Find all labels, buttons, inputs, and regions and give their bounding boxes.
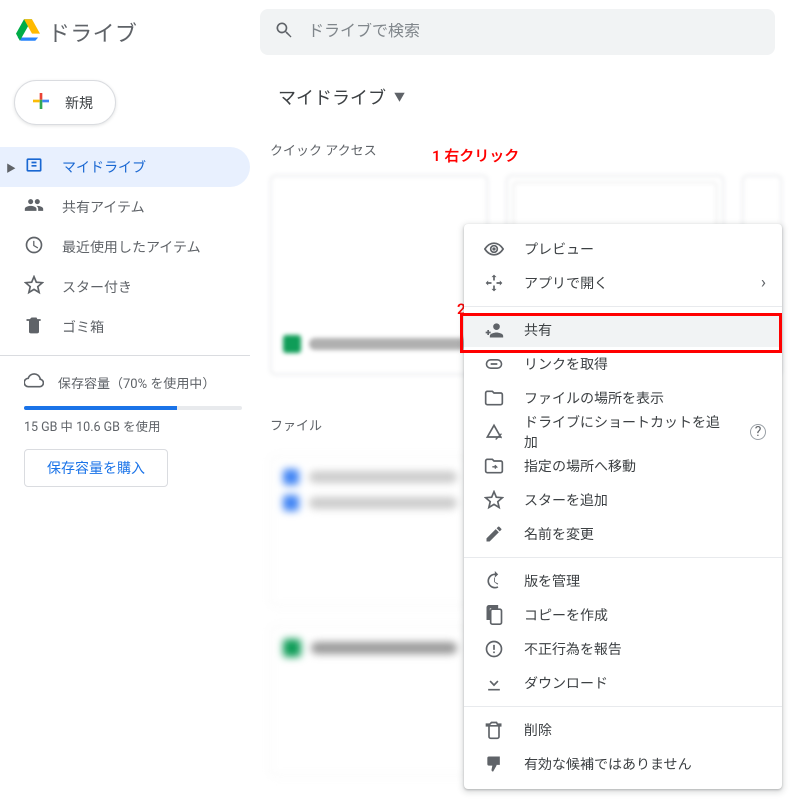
ctx-label: ファイルの場所を表示 — [524, 388, 766, 408]
ctx-remove[interactable]: 削除 — [464, 713, 782, 747]
logo-area[interactable]: ドライブ — [16, 16, 260, 48]
ctx-label: 名前を変更 — [524, 524, 766, 544]
chevron-down-icon: ▼ — [394, 89, 405, 105]
sidebar-item-shared[interactable]: 共有アイテム — [0, 187, 250, 227]
star-icon — [484, 490, 504, 510]
search-input[interactable] — [308, 23, 761, 41]
sidebar-item-label: ゴミ箱 — [62, 317, 104, 337]
sidebar-item-starred[interactable]: スター付き — [0, 267, 250, 307]
sidebar-item-my-drive[interactable]: ▶ マイドライブ — [0, 147, 250, 187]
ctx-preview[interactable]: プレビュー — [464, 232, 782, 266]
quick-card[interactable] — [270, 175, 488, 375]
storage-detail: 15 GB 中 10.6 GB を使用 — [24, 416, 242, 435]
copy-icon — [484, 605, 504, 625]
star-icon — [24, 275, 44, 299]
sidebar-item-label: 共有アイテム — [62, 197, 145, 217]
plus-icon — [29, 89, 53, 116]
ctx-not-suggestion[interactable]: 有効な候補ではありません — [464, 747, 782, 781]
new-label: 新規 — [65, 93, 93, 113]
chevron-right-icon: › — [761, 273, 766, 293]
sidebar-nav: ▶ マイドライブ 共有アイテム 最近使用したアイテム — [0, 139, 250, 347]
ctx-label: ドライブにショートカットを追加 — [524, 412, 724, 452]
storage-section: 保存容量（70% を使用中） 15 GB 中 10.6 GB を使用 保存容量を… — [0, 370, 250, 487]
new-button[interactable]: 新規 — [14, 80, 116, 125]
ctx-label: リンクを取得 — [524, 354, 766, 374]
ctx-label: 有効な候補ではありません — [524, 754, 766, 774]
ctx-share[interactable]: 共有 — [464, 313, 782, 347]
sidebar-divider — [0, 355, 250, 356]
cloud-icon — [24, 370, 44, 394]
context-menu: プレビュー アプリで開く › 共有 リンクを取得 ファイルの場所を表示 ドライブ… — [464, 224, 782, 789]
app-title: ドライブ — [48, 16, 137, 48]
ctx-label: 不正行為を報告 — [524, 639, 766, 659]
file-card[interactable] — [270, 456, 470, 606]
folder-icon — [484, 388, 504, 408]
ctx-label: 指定の場所へ移動 — [524, 456, 766, 476]
rename-icon — [484, 524, 504, 544]
ctx-label: 版を管理 — [524, 571, 766, 591]
people-icon — [24, 195, 44, 219]
trash-icon — [484, 720, 504, 740]
eye-icon — [484, 239, 504, 259]
drive-shortcut-icon — [484, 422, 504, 442]
ctx-label: プレビュー — [524, 239, 766, 259]
ctx-move-to[interactable]: 指定の場所へ移動 — [464, 449, 782, 483]
search-icon — [274, 20, 294, 44]
file-card[interactable] — [270, 626, 470, 776]
sidebar-item-trash[interactable]: ゴミ箱 — [0, 307, 250, 347]
app-header: ドライブ — [0, 0, 791, 64]
thumbs-down-icon — [484, 754, 504, 774]
ctx-add-star[interactable]: スターを追加 — [464, 483, 782, 517]
ctx-add-shortcut[interactable]: ドライブにショートカットを追加 ? — [464, 415, 782, 449]
link-icon — [484, 354, 504, 374]
open-with-icon — [484, 273, 504, 293]
ctx-manage-versions[interactable]: 版を管理 — [464, 564, 782, 598]
clock-icon — [24, 235, 44, 259]
storage-label: 保存容量（70% を使用中） — [58, 373, 215, 392]
ctx-label: スターを追加 — [524, 490, 766, 510]
ctx-divider — [464, 306, 782, 307]
ctx-label: ダウンロード — [524, 673, 766, 693]
ctx-divider — [464, 706, 782, 707]
ctx-show-location[interactable]: ファイルの場所を表示 — [464, 381, 782, 415]
download-icon — [484, 673, 504, 693]
drive-icon — [24, 155, 44, 179]
storage-progress — [24, 406, 242, 410]
ctx-label: アプリで開く — [524, 273, 741, 293]
sidebar-item-recent[interactable]: 最近使用したアイテム — [0, 227, 250, 267]
ctx-make-copy[interactable]: コピーを作成 — [464, 598, 782, 632]
ctx-open-with[interactable]: アプリで開く › — [464, 266, 782, 300]
ctx-label: コピーを作成 — [524, 605, 766, 625]
sidebar-item-label: スター付き — [62, 277, 132, 297]
ctx-rename[interactable]: 名前を変更 — [464, 517, 782, 551]
ctx-get-link[interactable]: リンクを取得 — [464, 347, 782, 381]
ctx-report-abuse[interactable]: 不正行為を報告 — [464, 632, 782, 666]
quick-access-label: クイック アクセス — [270, 140, 791, 159]
storage-progress-fill — [24, 406, 177, 410]
trash-icon — [24, 315, 44, 339]
sidebar-item-label: 最近使用したアイテム — [62, 237, 201, 257]
breadcrumb[interactable]: マイドライブ ▼ — [270, 80, 413, 114]
search-bar[interactable] — [260, 9, 775, 55]
breadcrumb-label: マイドライブ — [278, 84, 386, 110]
ctx-label: 共有 — [524, 320, 766, 340]
ctx-label: 削除 — [524, 720, 766, 740]
drive-logo-icon — [16, 18, 40, 46]
chevron-right-icon: ▶ — [6, 160, 16, 175]
storage-row[interactable]: 保存容量（70% を使用中） — [24, 370, 242, 394]
history-icon — [484, 571, 504, 591]
buy-storage-button[interactable]: 保存容量を購入 — [24, 449, 168, 487]
report-icon — [484, 639, 504, 659]
sidebar-item-label: マイドライブ — [62, 157, 146, 177]
help-icon[interactable]: ? — [750, 424, 766, 440]
sidebar: 新規 ▶ マイドライブ 共有アイテム 最近使用したアイテム — [0, 64, 258, 776]
person-add-icon — [484, 320, 504, 340]
ctx-download[interactable]: ダウンロード — [464, 666, 782, 700]
ctx-divider — [464, 557, 782, 558]
move-icon — [484, 456, 504, 476]
